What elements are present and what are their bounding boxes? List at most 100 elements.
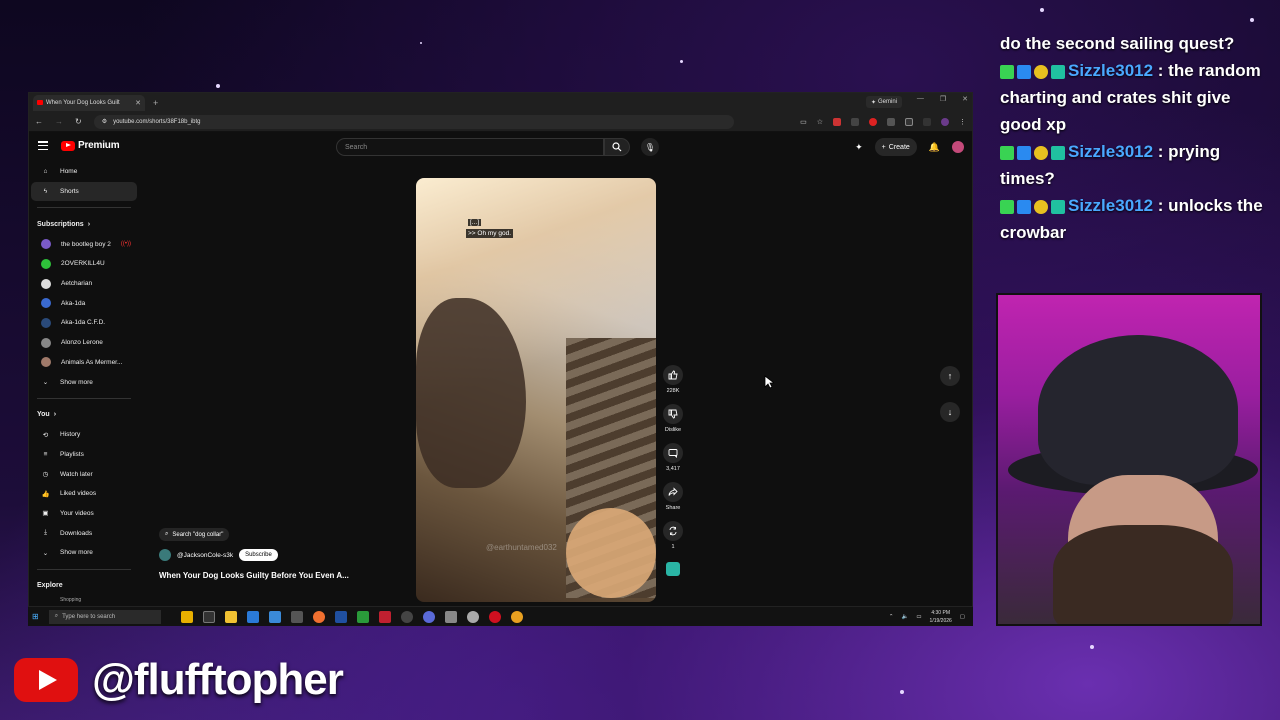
volume-icon[interactable]: 🔈 xyxy=(901,614,908,620)
show-more-button[interactable]: ⌄ Show more xyxy=(31,372,137,392)
you-heading[interactable]: You › xyxy=(29,405,139,425)
close-window-icon[interactable]: ✕ xyxy=(962,95,968,103)
forward-icon[interactable]: → xyxy=(55,117,63,126)
obs-icon[interactable] xyxy=(400,610,413,623)
search-input[interactable]: Search xyxy=(336,138,604,156)
edge-icon[interactable] xyxy=(246,610,259,623)
sidebar-item-channel[interactable]: Aka-1da xyxy=(31,293,137,313)
sidebar-item-channel[interactable]: Aetcharian xyxy=(31,274,137,294)
search-button[interactable] xyxy=(604,138,630,156)
badge-icon xyxy=(1034,64,1048,79)
next-short-button[interactable]: ↓ xyxy=(940,402,960,422)
badge-icon xyxy=(1000,64,1014,79)
file-explorer-icon[interactable] xyxy=(224,610,237,623)
subscribe-button[interactable]: Subscribe xyxy=(239,549,278,561)
firefox-icon[interactable] xyxy=(312,610,325,623)
short-title[interactable]: When Your Dog Looks Guilty Before You Ev… xyxy=(159,571,349,580)
app-icon[interactable] xyxy=(488,610,501,623)
reload-icon[interactable]: ↻ xyxy=(75,117,82,126)
new-tab-icon[interactable]: + xyxy=(153,98,158,108)
hamburger-menu-icon[interactable] xyxy=(38,141,48,150)
restore-icon[interactable]: ❐ xyxy=(940,95,946,103)
discord-icon[interactable] xyxy=(422,610,435,623)
cast-icon[interactable]: ▭ xyxy=(800,118,807,126)
browser-tab[interactable]: When Your Dog Looks Guilt ✕ xyxy=(33,94,145,111)
downloads-icon[interactable] xyxy=(923,117,931,126)
extension-icon[interactable] xyxy=(833,117,841,126)
app-icon[interactable] xyxy=(378,610,391,623)
sidebar-item-shopping[interactable]: Shopping xyxy=(31,596,137,604)
account-avatar[interactable] xyxy=(952,141,964,153)
bookmark-star-icon[interactable]: ☆ xyxy=(817,118,823,126)
extension-icon[interactable] xyxy=(851,117,859,126)
back-icon[interactable]: ← xyxy=(35,117,43,126)
ai-sparkle-icon[interactable]: ✦ xyxy=(855,142,863,153)
youtube-play-icon xyxy=(61,140,75,151)
badge-icon xyxy=(1017,64,1031,79)
voice-search-button[interactable]: 🎙 xyxy=(641,138,659,156)
subscriptions-heading[interactable]: Subscriptions › xyxy=(29,214,139,234)
profile-avatar[interactable] xyxy=(941,117,949,126)
extension-icon[interactable] xyxy=(869,117,877,126)
notifications-bell-icon[interactable]: 🔔 xyxy=(929,142,940,153)
url-field[interactable]: ⚙ youtube.com/shorts/38F18b_ibtg xyxy=(93,114,734,129)
sidebar-item-playlists[interactable]: ≡ Playlists xyxy=(31,445,137,465)
chevron-right-icon: › xyxy=(53,411,57,419)
previous-short-button[interactable]: ↑ xyxy=(940,366,960,386)
app-icon[interactable] xyxy=(290,610,303,623)
clock[interactable]: 4:30 PM 1/19/2026 xyxy=(930,609,952,625)
sidebar-item-home[interactable]: ⌂ Home xyxy=(31,162,137,182)
app-icon[interactable] xyxy=(444,610,457,623)
dislike-button[interactable]: Dislike xyxy=(663,404,683,433)
close-tab-icon[interactable]: ✕ xyxy=(135,99,141,107)
remix-button[interactable]: 1 xyxy=(663,521,683,550)
thumbs-down-icon xyxy=(663,404,683,424)
short-video-player[interactable]: [...] >> Oh my god. @earthuntamed032 xyxy=(416,178,656,602)
sidebar-item-downloads[interactable]: ⤓ Downloads xyxy=(31,523,137,543)
sidepanel-icon[interactable] xyxy=(905,117,913,126)
sidebar-item-history[interactable]: ⟲ History xyxy=(31,425,137,445)
tab-title: When Your Dog Looks Guilt xyxy=(46,99,120,106)
extension-icon[interactable] xyxy=(887,117,895,126)
sidebar-item-watch-later[interactable]: ◷ Watch later xyxy=(31,464,137,484)
taskbar-search[interactable]: ⌕ Type here to search xyxy=(48,609,161,624)
sidebar-item-liked-videos[interactable]: 👍 Liked videos xyxy=(31,484,137,504)
sidebar-item-channel[interactable]: Aka-1da C.F.D. xyxy=(31,313,137,333)
app-icon[interactable] xyxy=(466,610,479,623)
sound-thumbnail[interactable] xyxy=(666,562,680,576)
channel-avatar[interactable] xyxy=(159,549,171,561)
task-view-icon[interactable] xyxy=(202,610,215,623)
comments-button[interactable]: 3,417 xyxy=(663,443,683,472)
notification-icon[interactable]: ▢ xyxy=(960,614,965,620)
create-button[interactable]: + Create xyxy=(874,138,917,156)
gemini-button[interactable]: ✦ Gemini xyxy=(865,96,902,108)
network-icon[interactable]: ▭ xyxy=(916,614,921,620)
app-icon[interactable] xyxy=(334,610,347,623)
chrome-icon[interactable] xyxy=(510,610,523,623)
channel-name[interactable]: @JacksonCole-s3k xyxy=(177,552,233,559)
badge-icon xyxy=(1051,64,1065,79)
share-button[interactable]: Share xyxy=(663,482,683,511)
badge-icon xyxy=(1051,145,1065,160)
show-more-button[interactable]: ⌄ Show more xyxy=(31,543,137,563)
sidebar-item-channel[interactable]: 2OVERKILL4U xyxy=(31,254,137,274)
menu-kebab-icon[interactable]: ⋮ xyxy=(959,118,966,126)
youtube-logo[interactable]: Premium xyxy=(61,140,120,151)
sidebar-item-your-videos[interactable]: ▣ Your videos xyxy=(31,504,137,524)
mouse-cursor-icon xyxy=(764,375,774,389)
sidebar-item-channel[interactable]: the bootleg boy 2 ((•)) xyxy=(31,234,137,254)
sidebar-item-shorts[interactable]: ϟ Shorts xyxy=(31,181,137,202)
sidebar-item-channel[interactable]: Animals As Mermer... xyxy=(31,353,137,373)
home-icon: ⌂ xyxy=(43,168,48,176)
sidebar-item-channel[interactable]: Alonzo Lerone xyxy=(31,333,137,353)
stream-chat: do the second sailing quest? Sizzle3012 … xyxy=(1000,30,1270,246)
tray-chevron-icon[interactable]: ⌃ xyxy=(889,614,894,620)
copilot-icon[interactable] xyxy=(180,610,193,623)
excel-icon[interactable] xyxy=(356,610,369,623)
minimize-icon[interactable]: — xyxy=(917,95,924,103)
store-icon[interactable] xyxy=(268,610,281,623)
like-button[interactable]: 228K xyxy=(663,365,683,394)
windows-start-icon[interactable]: ⊞ xyxy=(32,612,39,621)
channel-avatar xyxy=(41,337,51,348)
search-suggestion-chip[interactable]: ⌕ Search "dog collar" xyxy=(159,528,230,541)
